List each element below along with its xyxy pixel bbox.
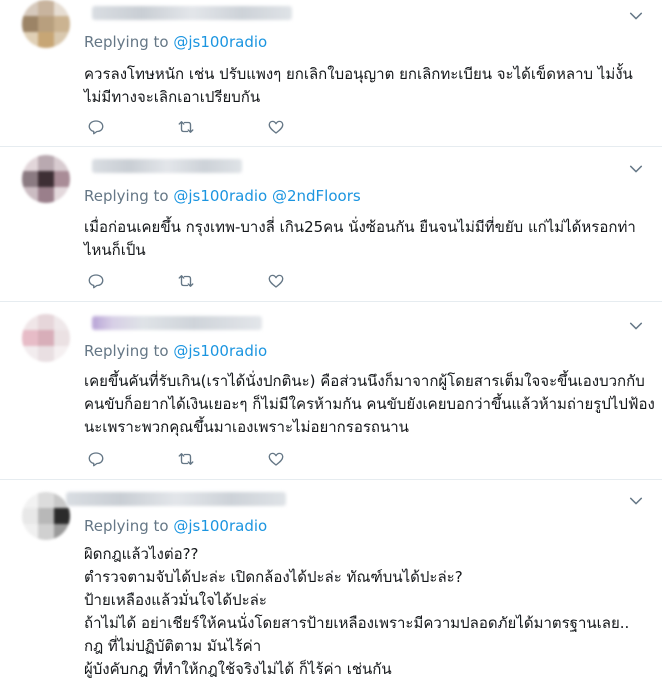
avatar[interactable] xyxy=(22,0,70,48)
reply-handle-link[interactable]: @js100radio xyxy=(173,187,267,205)
replying-to: Replying to @js100radio xyxy=(84,342,267,360)
replying-to-label: Replying to xyxy=(84,517,169,535)
tweet-2: Replying to @js100radio @2ndFloors เมื่อ… xyxy=(0,147,662,302)
reply-icon[interactable] xyxy=(86,271,106,291)
tweet-text-line: กฎ ที่ไม่ปฏิบัติตาม มันไร้ค่า xyxy=(84,637,262,655)
blurred-username xyxy=(92,6,292,20)
avatar[interactable] xyxy=(22,314,70,362)
blurred-username xyxy=(66,492,286,506)
blurred-username xyxy=(92,316,262,330)
chevron-down-icon[interactable] xyxy=(628,161,644,177)
tweet-text-line: เคยขึ้นคันที่รับเกิน(เราได้นั่งปกตินะ) ค… xyxy=(84,372,645,390)
reply-handle-link[interactable]: @js100radio xyxy=(173,342,267,360)
tweet-text-line: ตำรวจตามจับได้ปะล่ะ เปิดกล้องได้ปะล่ะ ทั… xyxy=(84,568,463,586)
replying-to: Replying to @js100radio xyxy=(84,517,267,535)
like-icon[interactable] xyxy=(266,271,286,291)
reply-icon[interactable] xyxy=(86,117,106,137)
tweet-text: ควรลงโทษหนัก เช่น ปรับแพงๆ ยกเลิกใบอนุญา… xyxy=(84,63,638,109)
like-icon[interactable] xyxy=(266,117,286,137)
tweet-text-line: ไม่มีทางจะเลิกเอาเปรียบกัน xyxy=(84,88,261,106)
blurred-username xyxy=(92,159,242,173)
replying-to-label: Replying to xyxy=(84,187,169,205)
reply-handle-link[interactable]: @js100radio xyxy=(173,33,267,51)
like-icon[interactable] xyxy=(266,449,286,469)
tweet-text: ผิดกฎแล้วไงต่อ?? ตำรวจตามจับได้ปะล่ะ เปิ… xyxy=(84,543,638,678)
chevron-down-icon[interactable] xyxy=(628,8,644,24)
reply-handle-link[interactable]: @2ndFloors xyxy=(272,187,361,205)
retweet-icon[interactable] xyxy=(176,117,196,137)
replying-to-label: Replying to xyxy=(84,342,169,360)
tweet-text-line: ควรลงโทษหนัก เช่น ปรับแพงๆ ยกเลิกใบอนุญา… xyxy=(84,65,633,83)
tweet-text-line: ไหนก็เป็น xyxy=(84,241,146,259)
replying-to: Replying to @js100radio @2ndFloors xyxy=(84,187,361,205)
tweet-4: Replying to @js100radio ผิดกฎแล้วไงต่อ??… xyxy=(0,480,662,678)
tweet-1: Replying to @js100radio ควรลงโทษหนัก เช่… xyxy=(0,0,662,147)
tweet-text: เมื่อก่อนเคยขึ้น กรุงเทพ-บางลี่ เกิน25คน… xyxy=(84,216,638,262)
replying-to: Replying to @js100radio xyxy=(84,33,267,51)
tweet-text-line: คนขับก็อยากได้เงินเยอะๆ ก็ไม่มีใครห้ามกั… xyxy=(84,395,655,413)
chevron-down-icon[interactable] xyxy=(628,318,644,334)
tweet-text-line: เมื่อก่อนเคยขึ้น กรุงเทพ-บางลี่ เกิน25คน… xyxy=(84,218,636,236)
reply-handle-link[interactable]: @js100radio xyxy=(173,517,267,535)
tweet-text-line: นะเพราะพวกคุณขึ้นมาเองเพราะไม่อยากรอรถนา… xyxy=(84,418,409,436)
tweet-text-line: ป้ายเหลืองแล้วมั่นใจได้ปะล่ะ xyxy=(84,591,267,609)
chevron-down-icon[interactable] xyxy=(628,493,644,509)
tweet-text-line: ถ้าไม่ได้ อย่าเชียร์ให้คนนั่งโดยสารป้ายเ… xyxy=(84,614,630,632)
tweet-text-line: ผิดกฎแล้วไงต่อ?? xyxy=(84,545,199,563)
avatar[interactable] xyxy=(22,492,70,540)
tweet-3: Replying to @js100radio เคยขึ้นคันที่รับ… xyxy=(0,302,662,480)
replying-to-label: Replying to xyxy=(84,33,169,51)
tweet-text-line: ผู้บังคับกฎ ที่ทำให้กฎใช้จริงไม่ได้ ก็ไร… xyxy=(84,660,392,678)
avatar[interactable] xyxy=(22,155,70,203)
retweet-icon[interactable] xyxy=(176,271,196,291)
retweet-icon[interactable] xyxy=(176,449,196,469)
reply-icon[interactable] xyxy=(86,449,106,469)
tweet-text: เคยขึ้นคันที่รับเกิน(เราได้นั่งปกตินะ) ค… xyxy=(84,370,655,439)
